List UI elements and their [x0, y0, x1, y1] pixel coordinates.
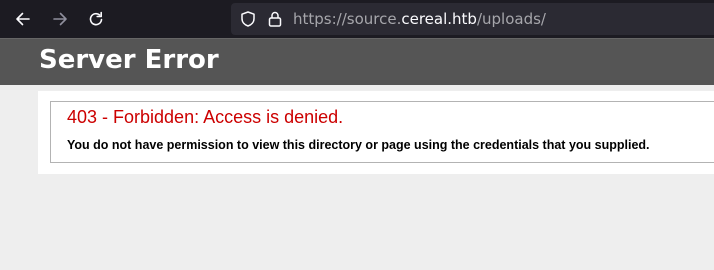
address-bar[interactable]: https://source.cereal.htb/uploads/ [231, 3, 714, 35]
error-fieldset: 403 - Forbidden: Access is denied. You d… [50, 101, 714, 163]
page-title: Server Error [39, 45, 219, 75]
error-message: You do not have permission to view this … [67, 138, 650, 152]
url-path: /uploads/ [476, 10, 546, 28]
forward-button[interactable] [48, 7, 72, 31]
error-title: 403 - Forbidden: Access is denied. [67, 107, 344, 127]
lock-icon[interactable] [267, 10, 283, 28]
reload-button[interactable] [84, 7, 108, 31]
browser-toolbar: https://source.cereal.htb/uploads/ [0, 0, 714, 38]
url-prefix: https://source. [293, 10, 402, 28]
url-domain: cereal.htb [401, 10, 477, 28]
arrow-left-icon [16, 12, 30, 26]
shield-icon[interactable] [239, 10, 257, 28]
error-content: 403 - Forbidden: Access is denied. You d… [38, 91, 714, 174]
back-button[interactable] [11, 7, 35, 31]
arrow-right-icon [53, 12, 67, 26]
url-text[interactable]: https://source.cereal.htb/uploads/ [293, 9, 546, 29]
reload-icon [89, 11, 103, 26]
